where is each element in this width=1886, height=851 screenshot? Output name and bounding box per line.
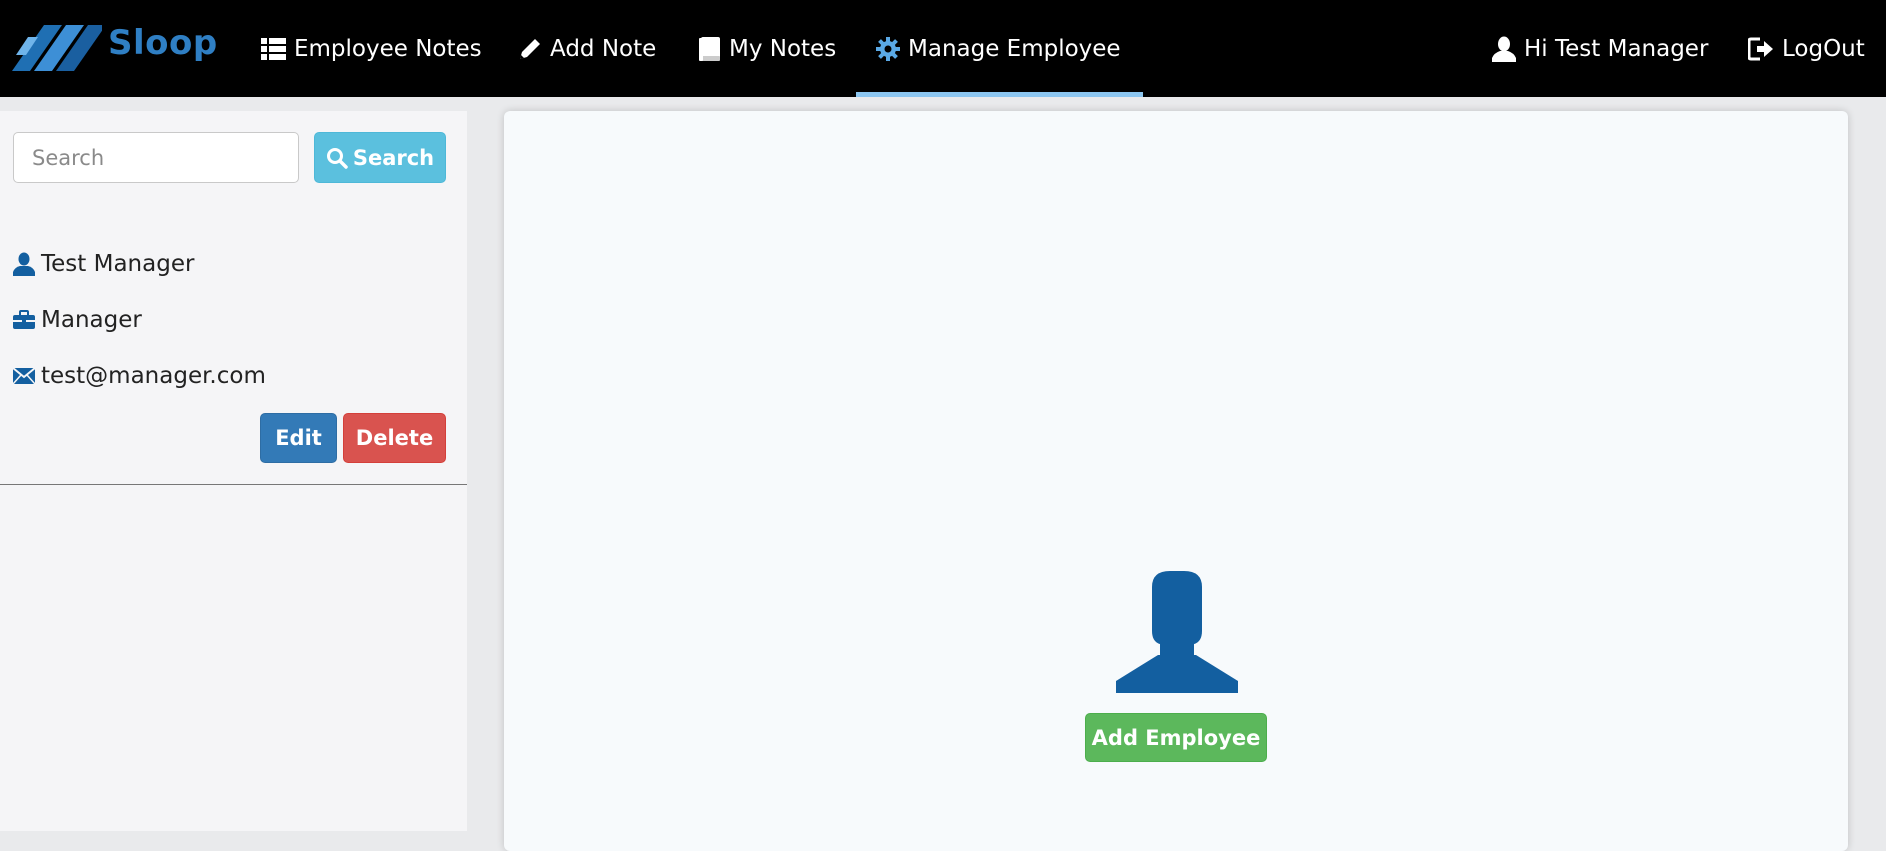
delete-button[interactable]: Delete (343, 413, 446, 463)
search-input[interactable] (13, 132, 299, 183)
envelope-icon (13, 367, 35, 385)
search-icon (326, 147, 348, 169)
profile-name-row: Test Manager (13, 251, 194, 277)
profile-name: Test Manager (41, 251, 195, 277)
nav-manage-employee[interactable]: Manage Employee (856, 0, 1143, 97)
logout-label: LogOut (1782, 35, 1865, 62)
nav-add-note[interactable]: Add Note (518, 0, 656, 97)
book-icon (699, 36, 720, 61)
list-icon (261, 37, 286, 60)
gear-icon (876, 36, 900, 61)
profile-role: Manager (41, 307, 142, 333)
nav-add-note-label: Add Note (550, 35, 657, 62)
top-navbar: Sloop Employee Notes Add Note My Notes M… (0, 0, 1886, 97)
nav-employee-notes-label: Employee Notes (294, 35, 482, 62)
pencil-icon (520, 38, 540, 59)
edit-button[interactable]: Edit (260, 413, 337, 463)
sidebar: Search Test Manager Manager test@manager… (0, 111, 467, 831)
briefcase-icon (13, 310, 35, 329)
nav-manage-employee-label: Manage Employee (908, 35, 1121, 62)
logo-icon (12, 25, 102, 71)
add-employee-button[interactable]: Add Employee (1085, 713, 1267, 762)
main-panel: Add Employee (504, 111, 1848, 851)
profile-email: test@manager.com (41, 363, 266, 389)
nav-my-notes[interactable]: My Notes (699, 0, 836, 97)
search-button[interactable]: Search (314, 132, 446, 183)
user-icon (13, 252, 35, 276)
user-greeting-label: Hi Test Manager (1524, 35, 1709, 62)
nav-employee-notes[interactable]: Employee Notes (261, 0, 482, 97)
user-greeting[interactable]: Hi Test Manager (1492, 0, 1708, 97)
sidebar-divider (0, 484, 467, 485)
nav-my-notes-label: My Notes (729, 35, 837, 62)
brand-name: Sloop (108, 23, 218, 63)
brand-logo[interactable]: Sloop (12, 14, 218, 72)
logout-link[interactable]: LogOut (1748, 0, 1865, 97)
search-button-label: Search (352, 145, 435, 170)
employee-avatar-icon (1116, 571, 1238, 693)
user-icon (1492, 36, 1516, 62)
logout-icon (1748, 37, 1773, 60)
profile-email-row: test@manager.com (13, 363, 266, 389)
profile-role-row: Manager (13, 307, 142, 333)
